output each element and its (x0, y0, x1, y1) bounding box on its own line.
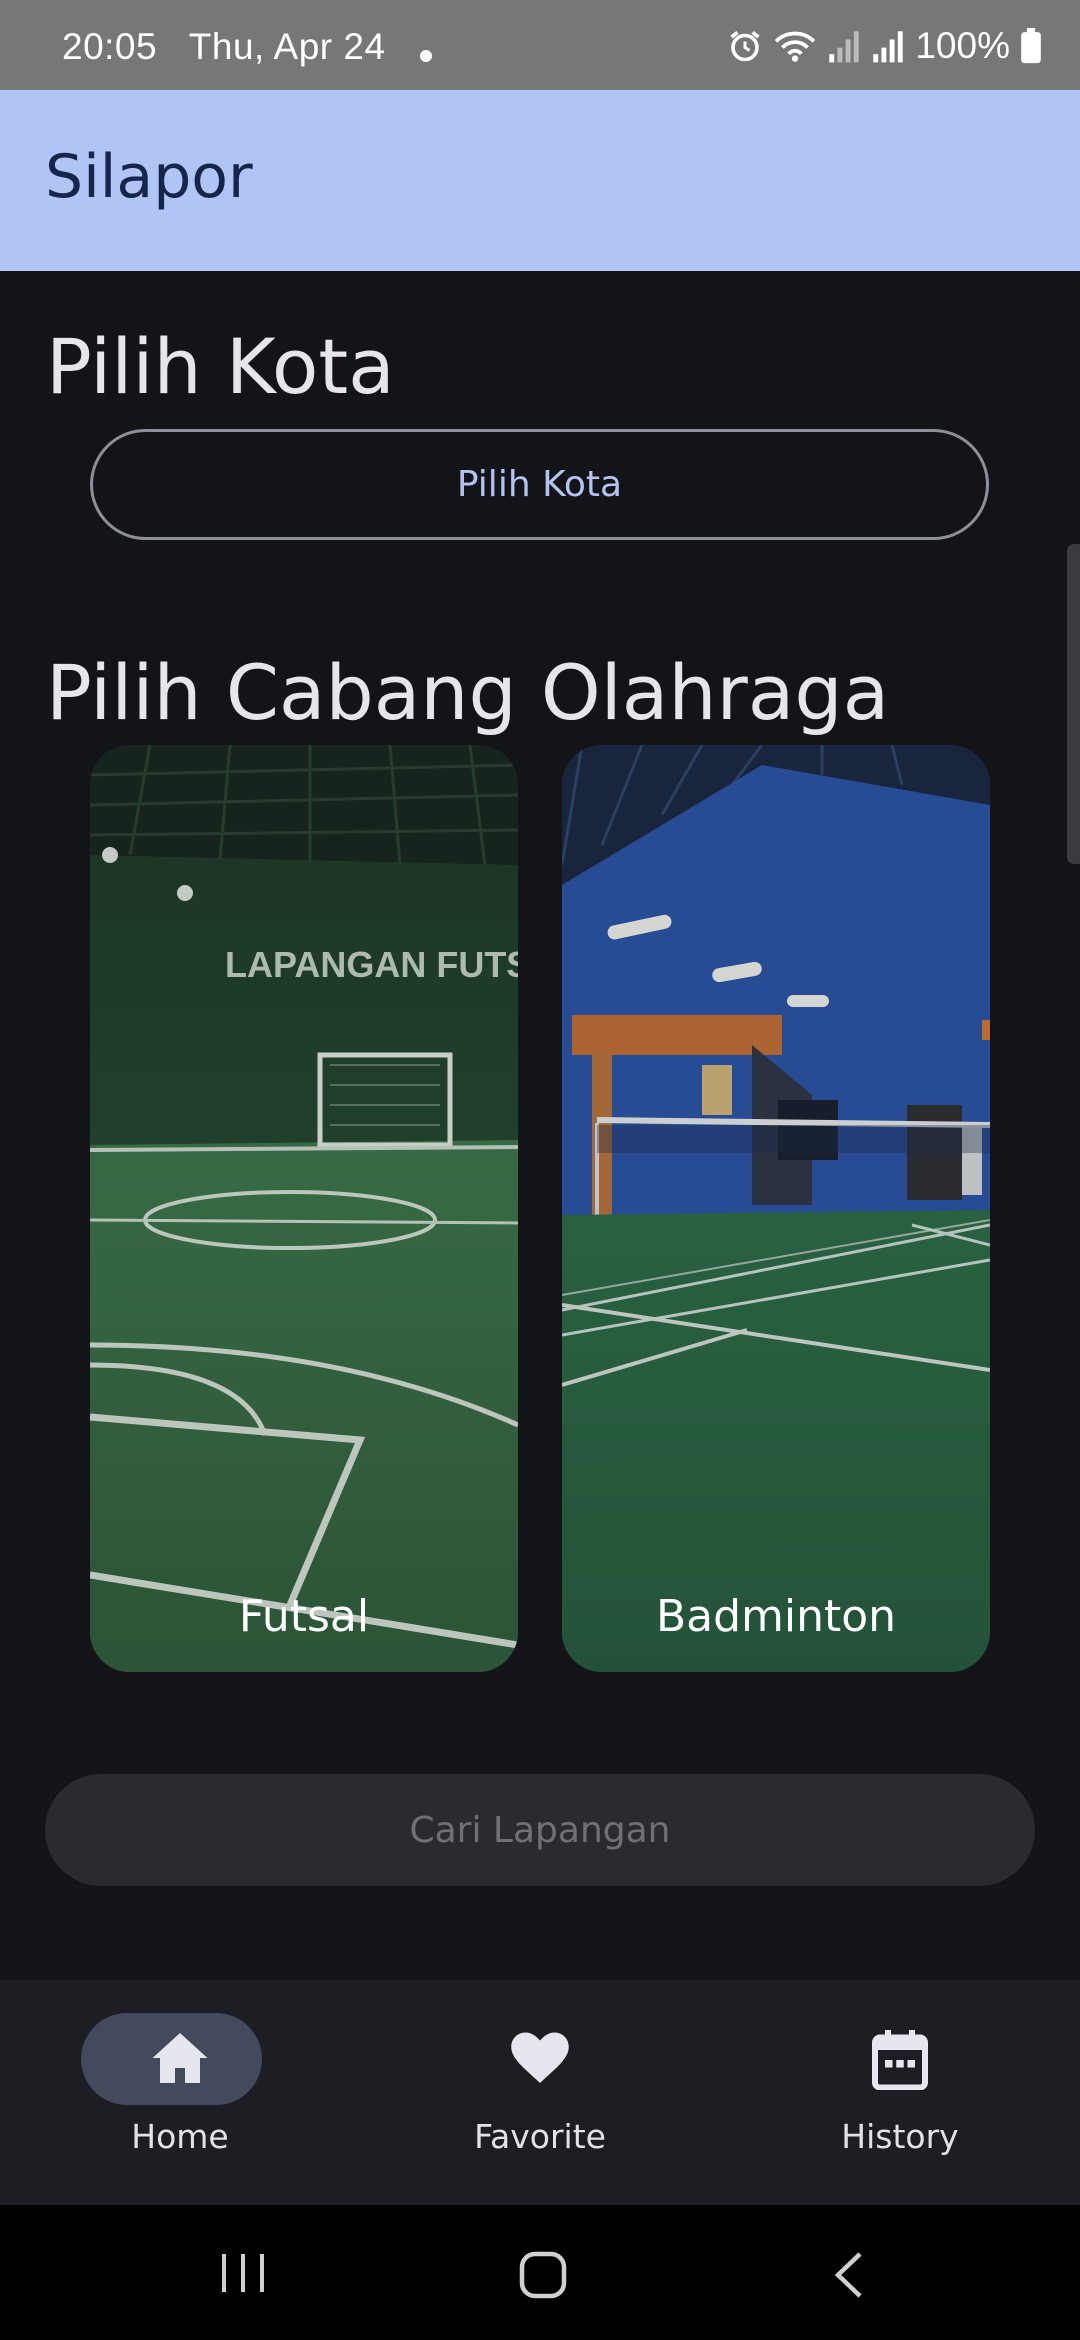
sport-card-futsal[interactable]: LAPANGAN FUTS Futsal (90, 745, 518, 1672)
nav-label-favorite: Favorite (474, 2117, 606, 2156)
notification-dot-icon (420, 50, 432, 62)
recent-apps-icon[interactable] (218, 2250, 268, 2296)
badminton-court-image (562, 745, 990, 1672)
nav-label-home: Home (131, 2117, 229, 2156)
futsal-court-image: LAPANGAN FUTS (90, 745, 518, 1672)
battery-icon (1021, 28, 1041, 64)
heart-icon (360, 2030, 720, 2086)
status-date: Thu, Apr 24 (188, 26, 386, 67)
signal-icon (873, 31, 904, 63)
home-system-icon[interactable] (518, 2250, 568, 2300)
sport-section-title: Pilih Cabang Olahraga (46, 648, 890, 737)
back-icon[interactable] (830, 2250, 866, 2300)
select-city-button-label: Pilih Kota (456, 464, 623, 505)
signal-icon (829, 31, 860, 63)
nav-item-favorite[interactable]: Favorite (360, 1980, 720, 2205)
nav-item-home[interactable]: Home (0, 1980, 360, 2205)
app-bar: Silapor (0, 90, 1080, 271)
search-field-button-label: Cari Lapangan (409, 1809, 671, 1851)
calendar-icon (720, 2030, 1080, 2090)
home-icon (0, 2030, 360, 2086)
system-navigation-bar (0, 2205, 1080, 2340)
nav-label-history: History (841, 2117, 959, 2156)
bottom-navigation: Home Favorite History (0, 1980, 1080, 2205)
sport-card-label: Futsal (238, 1591, 370, 1642)
wifi-icon (775, 31, 816, 62)
status-icons: 100% (727, 24, 1042, 68)
sport-card-label: Badminton (655, 1591, 897, 1642)
city-section-title: Pilih Kota (46, 322, 395, 411)
app-title: Silapor (45, 142, 253, 212)
battery-percentage: 100% (915, 25, 1010, 66)
status-clock: 20:05 (62, 26, 158, 67)
select-city-button[interactable]: Pilih Kota (90, 429, 989, 540)
status-bar: 20:05 Thu, Apr 24 100% (0, 0, 1080, 90)
status-time: 20:05 Thu, Apr 24 (62, 26, 386, 68)
sport-card-badminton[interactable]: Badminton (562, 745, 990, 1672)
search-field-button[interactable]: Cari Lapangan (45, 1774, 1035, 1886)
nav-item-history[interactable]: History (720, 1980, 1080, 2205)
scrollbar[interactable] (1067, 544, 1080, 864)
alarm-icon (730, 31, 760, 62)
